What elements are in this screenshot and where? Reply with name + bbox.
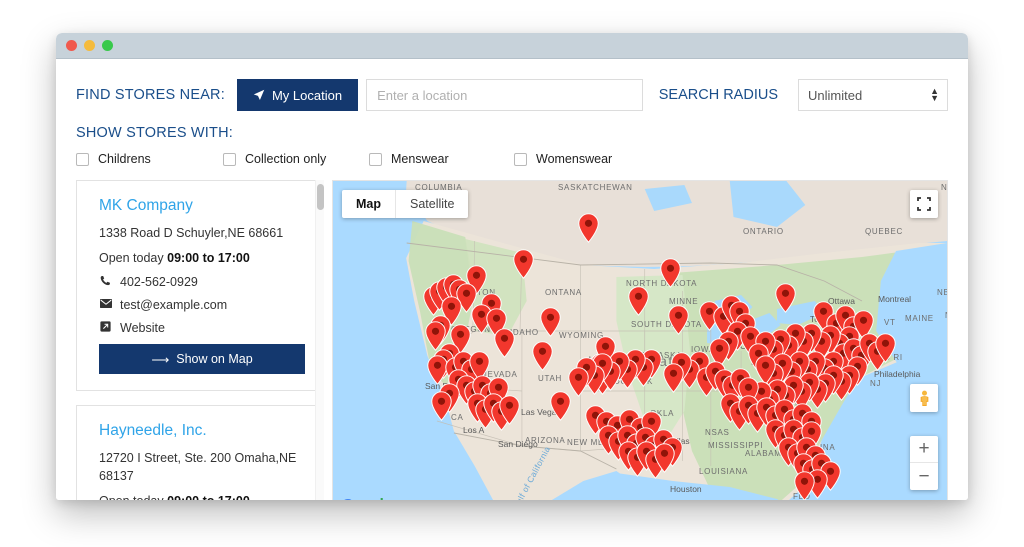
zoom-in-button[interactable]: + [910, 436, 938, 463]
store-address: 1338 Road D Schuyler,NE 68661 [99, 225, 305, 242]
email-icon [99, 299, 112, 311]
pegman-icon [917, 390, 932, 407]
zoom-out-button[interactable]: − [910, 463, 938, 490]
checkbox-womenswear[interactable]: Womenswear [514, 152, 612, 166]
map-store-pin[interactable] [654, 443, 675, 478]
map-type-satellite[interactable]: Satellite [395, 190, 468, 218]
show-stores-label: SHOW STORES WITH: [76, 125, 948, 141]
map-store-pin[interactable] [668, 305, 689, 340]
store-hours: Open today 09:00 to 17:00 [99, 494, 305, 500]
find-stores-label: FIND STORES NEAR: [76, 87, 225, 103]
browser-window: FIND STORES NEAR: My Location SEARCH RAD… [56, 33, 968, 500]
checkbox-icon[interactable] [369, 153, 382, 166]
store-address: 12720 I Street, Ste. 200 Omaha,NE 68137 [99, 450, 305, 485]
find-stores-row: FIND STORES NEAR: My Location SEARCH RAD… [76, 79, 948, 111]
search-radius-label: SEARCH RADIUS [659, 87, 778, 103]
map-store-pin[interactable] [540, 307, 561, 342]
map-store-pin[interactable] [875, 333, 896, 368]
google-logo: Google [342, 496, 391, 500]
store-website-label: Website [120, 321, 165, 335]
map-store-pin[interactable] [794, 471, 815, 500]
map-store-pin[interactable] [431, 391, 452, 426]
google-map[interactable]: Map Satellite + − [332, 180, 948, 500]
search-radius-value: Unlimited [808, 88, 862, 103]
map-store-pin[interactable] [660, 258, 681, 293]
map-store-pin[interactable] [663, 363, 684, 398]
search-radius-select-wrap: Unlimited ▲▼ [788, 79, 948, 111]
store-email: test@example.com [120, 298, 227, 312]
store-name[interactable]: MK Company [99, 197, 305, 215]
store-website-row[interactable]: Website [99, 321, 305, 335]
navigation-arrow-icon [253, 89, 265, 101]
checkbox-icon[interactable] [223, 153, 236, 166]
map-store-pin[interactable] [568, 367, 589, 402]
minimize-window-button[interactable] [84, 40, 95, 51]
map-store-pin[interactable] [628, 286, 649, 321]
store-email-row[interactable]: test@example.com [99, 298, 305, 312]
window-titlebar [56, 33, 968, 59]
checkbox-menswear[interactable]: Menswear [369, 152, 514, 166]
fullscreen-icon [910, 190, 938, 218]
search-radius-select[interactable]: Unlimited [798, 79, 948, 111]
store-name[interactable]: Hayneedle, Inc. [99, 422, 305, 440]
close-window-button[interactable] [66, 40, 77, 51]
store-hours: Open today 09:00 to 17:00 [99, 251, 305, 265]
store-hours-prefix: Open today [99, 494, 164, 500]
checkbox-childrens[interactable]: Childrens [76, 152, 223, 166]
checkbox-label: Collection only [245, 152, 326, 166]
map-type-map[interactable]: Map [342, 190, 395, 218]
checkbox-label: Womenswear [536, 152, 612, 166]
map-store-pin[interactable] [578, 213, 599, 248]
store-hours-prefix: Open today [99, 251, 164, 265]
checkbox-label: Childrens [98, 152, 151, 166]
filter-bar: FIND STORES NEAR: My Location SEARCH RAD… [56, 59, 968, 168]
checkbox-collection-only[interactable]: Collection only [223, 152, 369, 166]
map-store-pin[interactable] [550, 391, 571, 426]
arrow-right-icon: ⟶ [151, 352, 169, 367]
phone-icon [99, 275, 112, 289]
store-card[interactable]: MK Company 1338 Road D Schuyler,NE 68661… [76, 180, 324, 391]
store-list-sidebar[interactable]: MK Company 1338 Road D Schuyler,NE 68661… [76, 180, 324, 500]
external-link-icon [99, 321, 112, 335]
zoom-window-button[interactable] [102, 40, 113, 51]
store-phone: 402-562-0929 [120, 275, 198, 289]
sidebar-scrollbar[interactable] [315, 180, 324, 500]
store-feature-checkboxes: Childrens Collection only Menswear Women… [76, 152, 948, 168]
location-input[interactable] [366, 79, 643, 111]
checkbox-icon[interactable] [514, 153, 527, 166]
store-hours-value: 09:00 to 17:00 [167, 494, 250, 500]
show-on-map-button[interactable]: ⟶ Show on Map [99, 344, 305, 374]
my-location-button-label: My Location [272, 88, 342, 103]
map-store-pin[interactable] [494, 328, 515, 363]
store-card[interactable]: Hayneedle, Inc. 12720 I Street, Ste. 200… [76, 405, 324, 500]
store-hours-value: 09:00 to 17:00 [167, 251, 250, 265]
street-view-pegman-button[interactable] [910, 384, 938, 412]
fullscreen-button[interactable] [910, 190, 938, 218]
my-location-button[interactable]: My Location [237, 79, 358, 111]
checkbox-icon[interactable] [76, 153, 89, 166]
show-on-map-label: Show on Map [176, 352, 252, 366]
store-phone-row[interactable]: 402-562-0929 [99, 275, 305, 289]
checkbox-label: Menswear [391, 152, 449, 166]
map-store-pin[interactable] [513, 249, 534, 284]
results-and-map: MK Company 1338 Road D Schuyler,NE 68661… [76, 180, 948, 500]
map-type-control: Map Satellite [342, 190, 468, 218]
map-store-pin[interactable] [775, 283, 796, 318]
map-store-pin[interactable] [532, 341, 553, 376]
store-locator-page: FIND STORES NEAR: My Location SEARCH RAD… [56, 59, 968, 500]
sidebar-scrollbar-thumb[interactable] [317, 184, 324, 210]
map-store-pin[interactable] [499, 395, 520, 430]
map-zoom-control: + − [910, 436, 938, 490]
